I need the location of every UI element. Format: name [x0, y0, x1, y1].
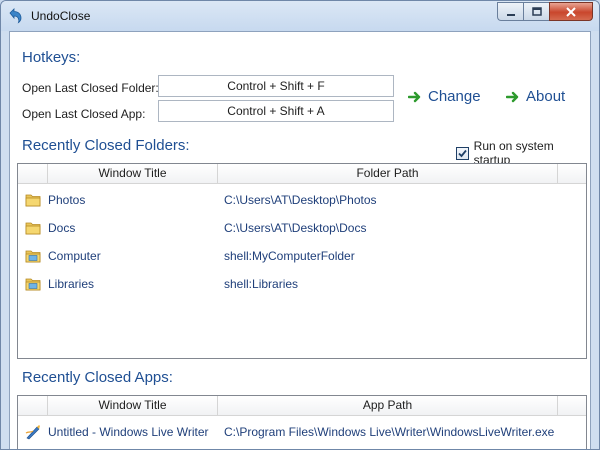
table-row[interactable]: Computer shell:MyComputerFolder: [18, 242, 586, 270]
row-title: Libraries: [48, 277, 95, 291]
folder-icon: [18, 193, 48, 207]
row-title: Photos: [48, 193, 86, 207]
about-label: About: [526, 88, 566, 105]
table-row[interactable]: Untitled - Windows Live Writer C:\Progra…: [18, 418, 586, 446]
column-header-title[interactable]: Window Title: [48, 164, 218, 184]
window-title: UndoClose: [31, 9, 91, 23]
folders-grid-header: Window Title Folder Path: [18, 164, 586, 184]
undo-arrow-icon: [7, 8, 23, 24]
column-header-path[interactable]: App Path: [218, 396, 558, 416]
row-title: Untitled - Windows Live Writer: [48, 425, 209, 439]
apps-grid[interactable]: Window Title App Path Untitled - Windows…: [17, 395, 587, 449]
folder-hotkey-label: Open Last Closed Folder:: [22, 81, 159, 95]
table-row[interactable]: Libraries shell:Libraries: [18, 270, 586, 298]
column-header-title[interactable]: Window Title: [48, 396, 218, 416]
folder-hotkey-field[interactable]: Control + Shift + F: [158, 75, 394, 97]
maximize-icon: [531, 6, 542, 16]
folder-icon: [18, 221, 48, 235]
row-path: shell:MyComputerFolder: [224, 249, 355, 263]
live-writer-icon: [18, 424, 48, 440]
folders-grid[interactable]: Window Title Folder Path Photos C:\Users…: [17, 163, 587, 359]
row-title: Docs: [48, 221, 76, 235]
about-button[interactable]: About: [506, 88, 565, 105]
icon-column-header: [18, 396, 48, 416]
app-hotkey-field[interactable]: Control + Shift + A: [158, 100, 394, 122]
close-icon: [566, 6, 576, 17]
app-window: UndoClose Hotkeys: Open Last Closed Fold…: [0, 0, 600, 450]
change-label: Change: [428, 88, 481, 105]
arrow-right-icon: [408, 91, 421, 102]
apps-grid-header: Window Title App Path: [18, 396, 586, 416]
row-path: C:\Program Files\Windows Live\Writer\Win…: [224, 425, 555, 439]
hotkeys-heading: Hotkeys:: [22, 49, 81, 66]
special-folder-icon: [18, 277, 48, 291]
arrow-right-icon: [506, 91, 519, 102]
checkmark-icon: [458, 149, 467, 157]
apps-heading: Recently Closed Apps:: [22, 369, 173, 386]
icon-column-header: [18, 164, 48, 184]
table-row[interactable]: Photos C:\Users\AT\Desktop\Photos: [18, 186, 586, 214]
filler-column-header: [558, 396, 586, 416]
maximize-button[interactable]: [523, 2, 549, 21]
minimize-icon: [506, 13, 515, 16]
minimize-button[interactable]: [497, 2, 523, 21]
folders-heading: Recently Closed Folders:: [22, 137, 190, 154]
row-path: C:\Users\AT\Desktop\Photos: [224, 193, 377, 207]
close-button[interactable]: [549, 2, 593, 21]
column-header-path[interactable]: Folder Path: [218, 164, 558, 184]
row-title: Computer: [48, 249, 101, 263]
app-hotkey-label: Open Last Closed App:: [22, 107, 146, 121]
row-path: C:\Users\AT\Desktop\Docs: [224, 221, 367, 235]
client-area: Hotkeys: Open Last Closed Folder: Contro…: [9, 31, 591, 449]
title-bar[interactable]: UndoClose: [1, 1, 599, 31]
filler-column-header: [558, 164, 586, 184]
row-path: shell:Libraries: [224, 277, 299, 291]
special-folder-icon: [18, 249, 48, 263]
checkbox-box[interactable]: [456, 146, 469, 160]
change-button[interactable]: Change: [408, 88, 481, 105]
table-row[interactable]: Docs C:\Users\AT\Desktop\Docs: [18, 214, 586, 242]
